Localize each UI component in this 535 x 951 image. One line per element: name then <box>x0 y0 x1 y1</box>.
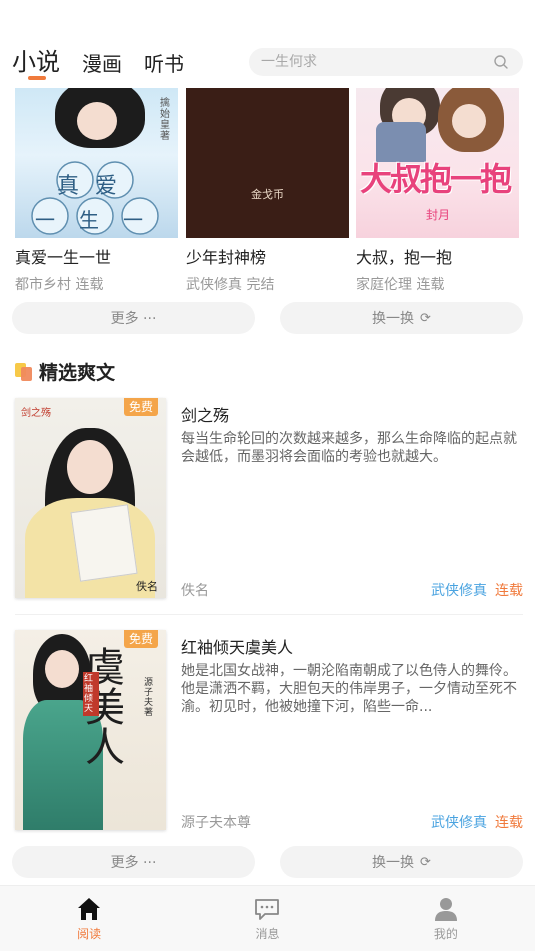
cover-face <box>67 440 113 494</box>
book-meta: 家庭伦理 连载 <box>356 274 519 294</box>
refresh-icon: ⟳ <box>420 310 431 326</box>
book-category: 武侠修真 <box>186 277 242 293</box>
refresh-button[interactable]: 换一换 ⟳ <box>280 302 523 334</box>
book-status: 连载 <box>495 815 523 831</box>
tab-comic[interactable]: 漫画 <box>82 48 122 77</box>
section-header: 精选爽文 <box>15 358 115 385</box>
refresh-icon: ⟳ <box>420 854 431 870</box>
bottom-navigation: 阅读 消息 我的 <box>0 885 535 951</box>
book-status: 连载 <box>495 583 523 599</box>
featured-book[interactable]: 虞美人 红袖倾天 源子夫 著 免费 红袖倾天虞美人 她是北国女战神，一朝沦陷南朝… <box>15 630 523 832</box>
nav-profile[interactable]: 我的 <box>357 886 535 951</box>
book-status: 完结 <box>246 277 275 293</box>
free-badge: 免费 <box>124 398 158 416</box>
book-meta: 都市乡村 连载 <box>15 274 178 294</box>
refresh-label: 换一换 <box>372 311 415 327</box>
book-description: 每当生命轮回的次数越来越多，那么生命降临的起点就会越低，而墨羽将会面临的考验也就… <box>181 431 517 465</box>
search-icon[interactable] <box>493 54 509 70</box>
cover-face <box>452 104 486 138</box>
book-title[interactable]: 大叔，抱一抱 <box>356 244 519 268</box>
more-button[interactable]: 更多 ··· <box>12 302 255 334</box>
nav-label: 消息 <box>255 927 280 941</box>
cover-author: 源子夫 著 <box>144 678 154 718</box>
book-cover[interactable]: 大叔抱一抱 封月 <box>356 88 519 238</box>
cover-face <box>77 102 117 140</box>
list-divider <box>15 614 523 615</box>
book-card[interactable]: 大叔抱一抱 封月 大叔，抱一抱 家庭伦理 连载 <box>356 88 519 294</box>
book-cover[interactable]: 金戈币 <box>186 88 349 238</box>
refresh-label: 换一换 <box>372 855 415 871</box>
cover-author: 擒始皇 著 <box>160 98 170 142</box>
book-category: 家庭伦理 <box>356 277 412 293</box>
book-cover[interactable]: 虞美人 红袖倾天 源子夫 著 免费 <box>15 630 166 830</box>
nav-label: 我的 <box>433 927 458 941</box>
book-author: 佚名 <box>181 583 209 599</box>
book-title[interactable]: 剑之殇 <box>181 402 229 426</box>
nav-read[interactable]: 阅读 <box>0 886 178 951</box>
cover-subtitle: 红袖倾天 <box>83 672 99 716</box>
book-card[interactable]: 真爱 一生一世 擒始皇 著 真爱一生一世 都市乡村 连载 <box>15 88 178 294</box>
book-title[interactable]: 真爱一生一世 <box>15 244 178 268</box>
cover-title: 大叔抱一抱 <box>360 160 512 198</box>
cover-author: 佚名 <box>136 580 158 593</box>
cover-author: 封月 <box>426 208 451 222</box>
cover-book-prop <box>70 504 138 582</box>
section-title: 精选爽文 <box>39 362 116 384</box>
tab-audiobook[interactable]: 听书 <box>144 48 184 77</box>
message-icon <box>255 899 280 920</box>
book-title[interactable]: 红袖倾天虞美人 <box>181 634 293 658</box>
cover-face <box>45 650 79 688</box>
more-button[interactable]: 更多 ··· <box>12 846 255 878</box>
book-card[interactable]: 金戈币 少年封神榜 武侠修真 完结 <box>186 88 349 294</box>
tab-novel[interactable]: 小说 <box>12 42 60 77</box>
free-badge: 免费 <box>124 630 158 648</box>
recommended-books-row: 真爱 一生一世 擒始皇 著 真爱一生一世 都市乡村 连载 金戈币 少年封神榜 武… <box>0 88 535 293</box>
book-author: 源子夫本尊 <box>181 815 251 831</box>
book-cover[interactable]: 真爱 一生一世 擒始皇 著 <box>15 88 178 238</box>
book-meta: 武侠修真 完结 <box>186 274 349 294</box>
book-category: 都市乡村 <box>15 277 71 293</box>
profile-icon <box>434 898 457 921</box>
search-input[interactable] <box>261 54 481 70</box>
featured-book[interactable]: 剑之殇 佚名 免费 剑之殇 每当生命轮回的次数越来越多，那么生命降临的起点就会越… <box>15 398 523 600</box>
cover-title-bottom: 一生一世 <box>35 208 167 238</box>
section-icon <box>15 362 33 381</box>
book-status: 连载 <box>416 277 445 293</box>
bottom-action-row: 更多 ··· 换一换 ⟳ <box>12 846 523 878</box>
nav-label: 阅读 <box>77 927 102 941</box>
book-genre[interactable]: 武侠修真 <box>431 580 487 600</box>
book-genre[interactable]: 武侠修真 <box>431 812 487 832</box>
app-header: 小说 漫画 听书 <box>0 0 535 88</box>
book-description: 她是北国女战神，一朝沦陷南朝成了以色侍人的舞伶。他是潇洒不羁，大胆包天的伟岸男子… <box>181 663 517 715</box>
book-title[interactable]: 少年封神榜 <box>186 244 349 268</box>
active-tab-indicator <box>28 76 46 80</box>
book-status: 连载 <box>75 277 104 293</box>
refresh-button[interactable]: 换一换 ⟳ <box>280 846 523 878</box>
cover-title: 剑之殇 <box>21 408 51 419</box>
nav-messages[interactable]: 消息 <box>178 886 356 951</box>
cover-title: 金戈币 <box>251 188 284 201</box>
search-bar[interactable] <box>249 48 523 76</box>
cover-title-top: 真爱 <box>57 174 134 199</box>
book-cover[interactable]: 剑之殇 佚名 免费 <box>15 398 166 598</box>
home-icon <box>78 898 101 920</box>
category-tabs: 小说 漫画 听书 <box>12 42 206 80</box>
top-action-row: 更多 ··· 换一换 ⟳ <box>12 302 523 334</box>
